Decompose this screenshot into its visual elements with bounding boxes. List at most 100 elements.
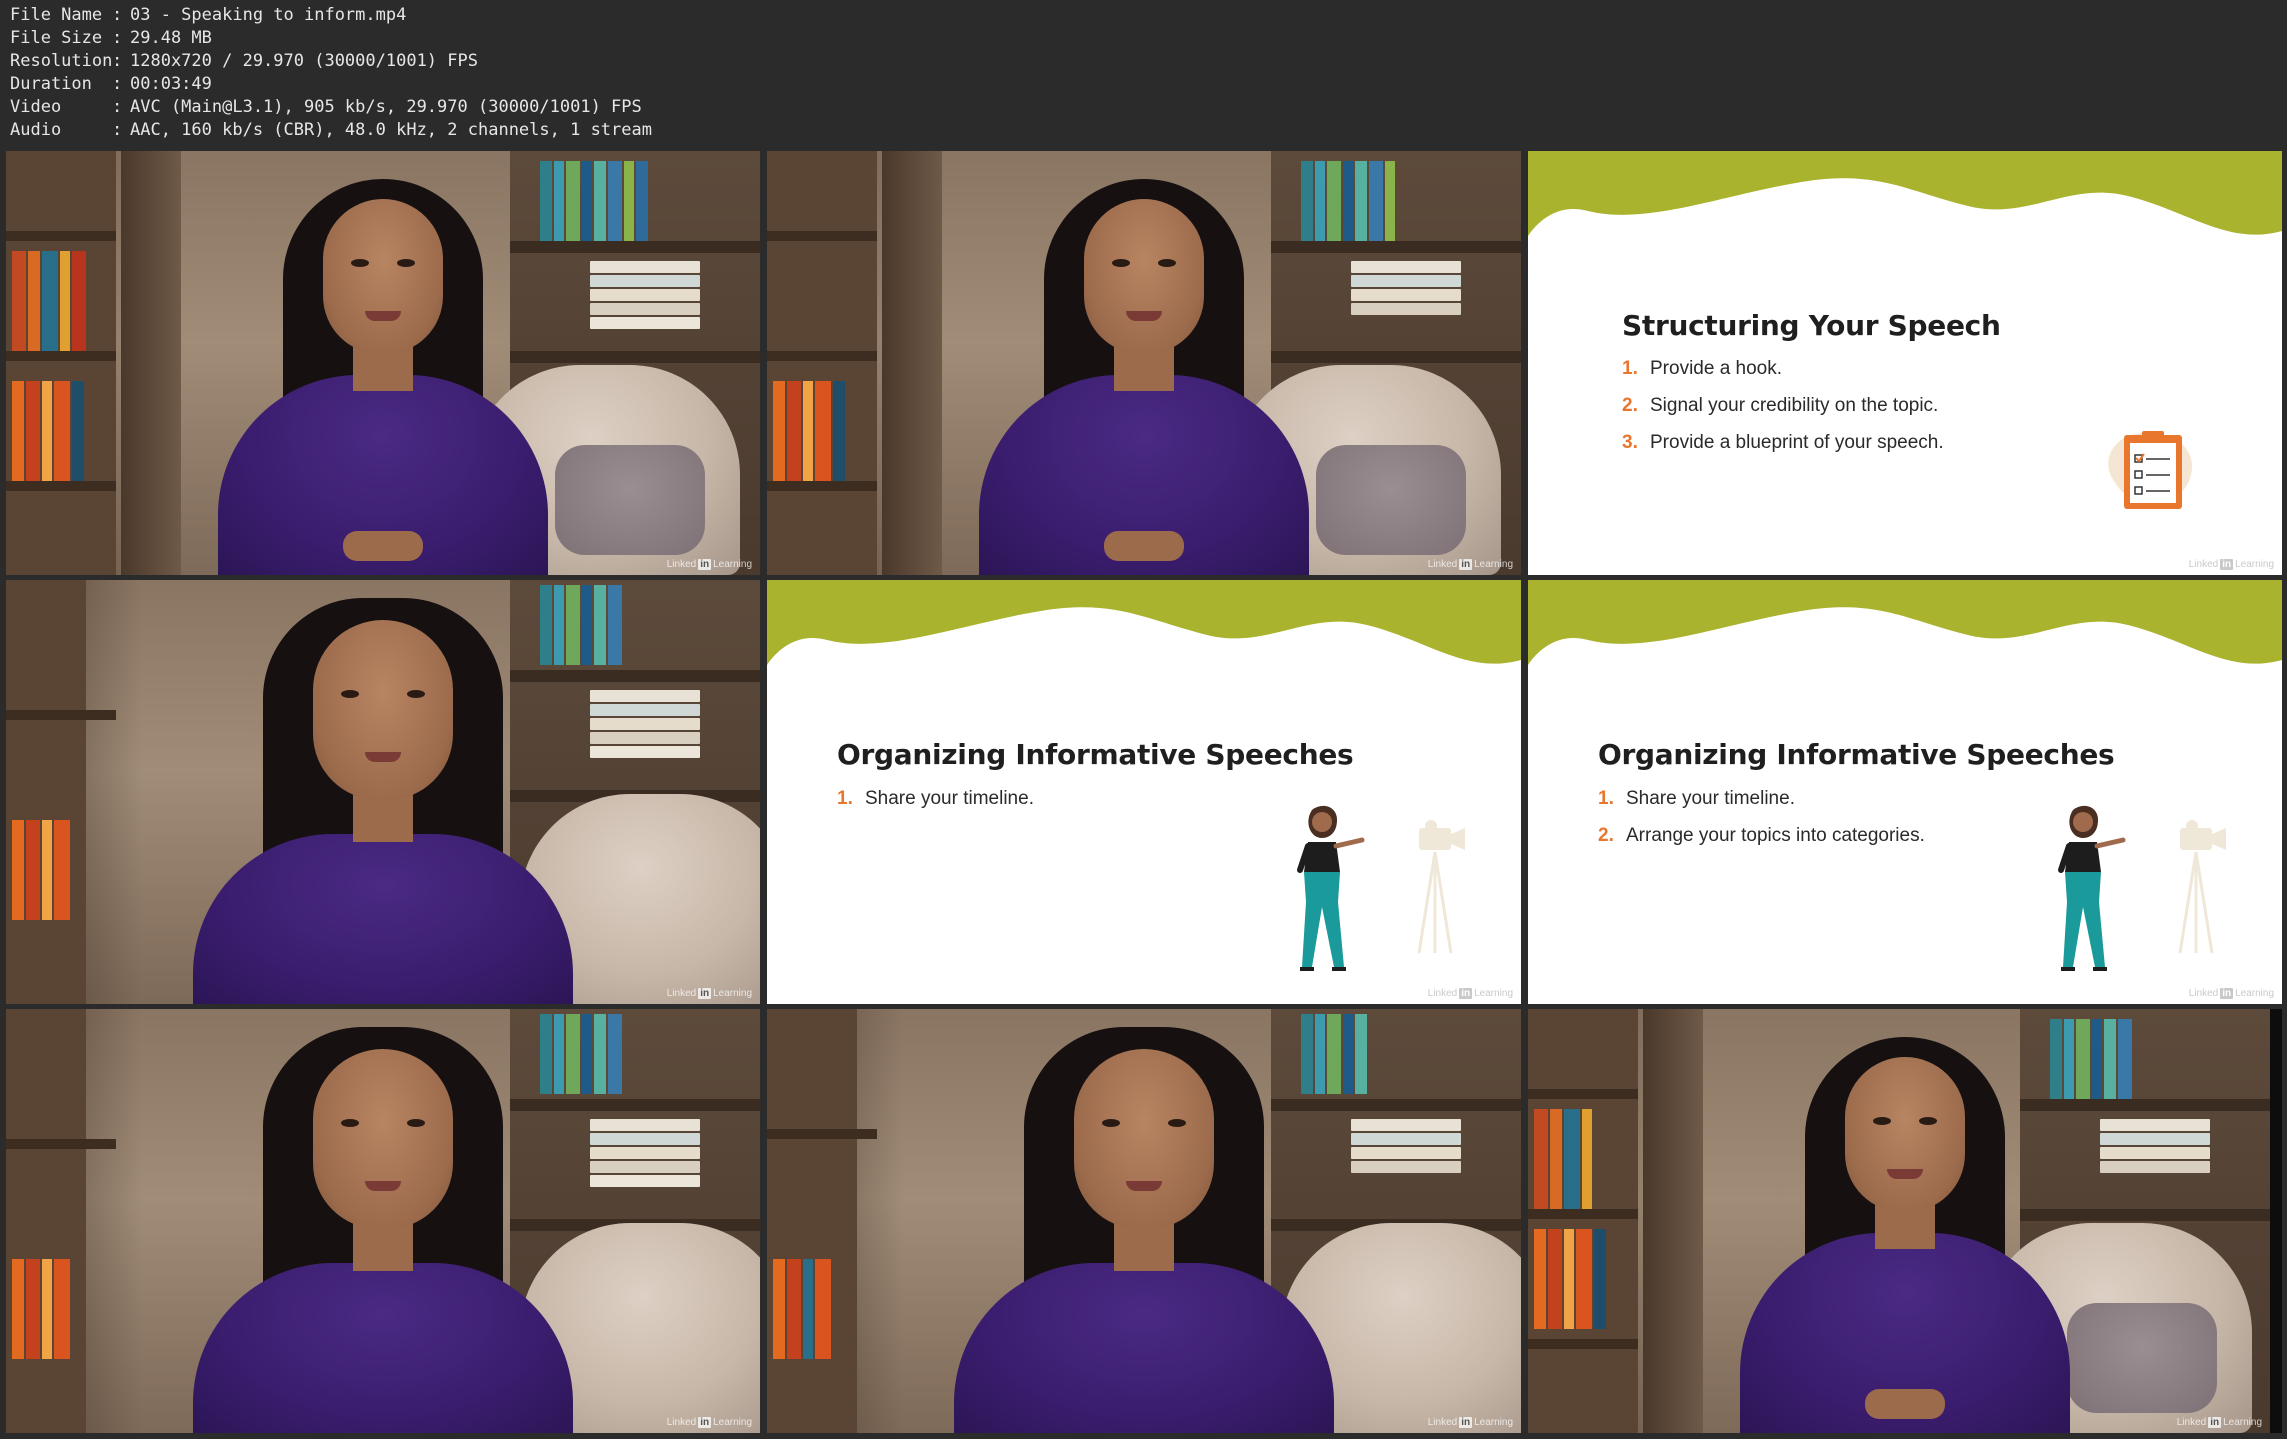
wall-panel	[1643, 1009, 1703, 1433]
books-row	[1534, 1229, 1630, 1329]
linkedin-learning-watermark: Linked in Learning	[666, 988, 752, 999]
presenter	[1725, 1009, 2085, 1433]
hands	[1104, 531, 1184, 561]
eye	[1919, 1117, 1937, 1125]
pillow	[1316, 445, 1466, 555]
meta-row-audio: Audio: AAC, 160 kb/s (CBR), 48.0 kHz, 2 c…	[10, 120, 652, 140]
pillow	[555, 445, 705, 555]
presenter	[934, 1009, 1354, 1433]
list-item: 1. Share your timeline.	[1598, 788, 1795, 809]
purple-blouse	[193, 834, 573, 1004]
shelf-board	[767, 231, 877, 241]
books-row	[12, 381, 108, 481]
left-bookshelf	[1528, 1009, 1638, 1433]
left-bookshelf	[6, 1009, 116, 1433]
books-row	[12, 1259, 108, 1359]
book-stack	[2100, 1119, 2210, 1173]
linkedin-learning-watermark: Linked in Learning	[2188, 559, 2274, 570]
eye	[341, 690, 359, 698]
list-item: 2. Arrange your topics into categories.	[1598, 825, 1925, 846]
left-bookshelf	[6, 151, 116, 575]
file-metadata: File Name:03 - Speaking to inform.mp4 Fi…	[10, 4, 652, 142]
eye	[1102, 1119, 1120, 1127]
book-stack	[590, 1119, 700, 1187]
video-frame-4[interactable]: Linked in Learning	[6, 580, 760, 1004]
list-item: 2. Signal your credibility on the topic.	[1622, 395, 1939, 416]
shelf-board	[1528, 1339, 1638, 1349]
video-frame-2[interactable]: Linked in Learning	[767, 151, 1521, 575]
face	[313, 1049, 453, 1229]
hands	[1865, 1389, 1945, 1419]
meta-row-video: Video: AVC (Main@L3.1), 905 kb/s, 29.970 …	[10, 97, 642, 117]
face	[323, 199, 443, 354]
purple-blouse	[193, 1263, 573, 1433]
books-row	[1534, 1109, 1630, 1209]
linkedin-learning-watermark: Linked in Learning	[666, 1417, 752, 1428]
presenter-figure-icon	[2058, 805, 2126, 971]
wall-panel	[882, 151, 942, 575]
books-row	[540, 161, 730, 241]
slide-title: Organizing Informative Speeches	[837, 738, 1354, 771]
left-bookshelf	[767, 151, 877, 575]
shelf-board	[767, 351, 877, 361]
list-item: 1. Provide a hook.	[1622, 358, 1783, 379]
video-frame-9[interactable]: Linked in Learning	[1528, 1009, 2282, 1433]
video-frame-1[interactable]: Linked in Learning	[6, 151, 760, 575]
presenter	[173, 580, 593, 1004]
video-frame-7[interactable]: Linked in Learning	[6, 1009, 760, 1433]
slide-list: 1. Share your timeline.	[837, 788, 1034, 825]
meta-row-filename: File Name:03 - Speaking to inform.mp4	[10, 5, 407, 25]
slide-title: Organizing Informative Speeches	[1598, 738, 2115, 771]
purple-blouse	[954, 1263, 1334, 1433]
shelf-board	[6, 231, 116, 241]
eye	[397, 259, 415, 267]
eye	[407, 690, 425, 698]
slide-list: 1. Share your timeline. 2. Arrange your to…	[1598, 788, 1925, 862]
eye	[407, 1119, 425, 1127]
eye	[1112, 259, 1130, 267]
left-bookshelf	[767, 1009, 877, 1433]
shelf-board	[6, 481, 116, 491]
meta-row-filesize: File Size:29.48 MB	[10, 28, 212, 48]
presenter	[964, 151, 1324, 575]
shelf-board	[767, 1129, 877, 1139]
eye	[1873, 1117, 1891, 1125]
camera-tripod-icon	[2178, 820, 2226, 954]
presenter	[203, 151, 563, 575]
camera-tripod-icon	[1417, 820, 1465, 954]
books-row	[12, 251, 108, 351]
book-stack	[1351, 1119, 1461, 1173]
wall-panel	[121, 151, 181, 575]
slide-list: 1. Provide a hook. 2. Signal your credibil…	[1622, 358, 1944, 469]
books-row	[773, 1259, 869, 1359]
left-bookshelf	[6, 580, 116, 1004]
shelf-board	[767, 481, 877, 491]
slide-frame-organizing-2[interactable]: Organizing Informative Speeches 1. Share …	[1528, 580, 2282, 1004]
slide-frame-structuring[interactable]: Structuring Your Speech 1. Provide a hook…	[1528, 151, 2282, 575]
mouth	[1887, 1169, 1923, 1179]
book-stack	[1351, 261, 1461, 315]
slide-title: Structuring Your Speech	[1622, 309, 2001, 342]
hands	[343, 531, 423, 561]
book-stack	[590, 690, 700, 758]
list-item: 3. Provide a blueprint of your speech.	[1622, 432, 1944, 453]
eye	[351, 259, 369, 267]
presenter-figure-icon	[1297, 805, 1365, 971]
mouth	[365, 752, 401, 762]
letterbox-bar	[2270, 1009, 2282, 1433]
books-row	[773, 381, 869, 481]
clipboard-checklist-icon	[2108, 431, 2193, 509]
face	[313, 620, 453, 800]
green-wave-banner	[1528, 580, 2282, 665]
green-wave-banner	[767, 580, 1521, 665]
mouth	[365, 311, 401, 321]
meta-row-resolution: Resolution:1280x720 / 29.970 (30000/1001…	[10, 51, 478, 71]
video-frame-8[interactable]: Linked in Learning	[767, 1009, 1521, 1433]
books-row	[1301, 161, 1491, 241]
face	[1074, 1049, 1214, 1229]
green-wave-banner	[1528, 151, 2282, 236]
linkedin-learning-watermark: Linked in Learning	[666, 559, 752, 570]
slide-frame-organizing-1[interactable]: Organizing Informative Speeches 1. Share …	[767, 580, 1521, 1004]
thumbnail-grid: Linked in Learning Linked in Learning St…	[6, 151, 2282, 1435]
pillow	[2067, 1303, 2217, 1413]
